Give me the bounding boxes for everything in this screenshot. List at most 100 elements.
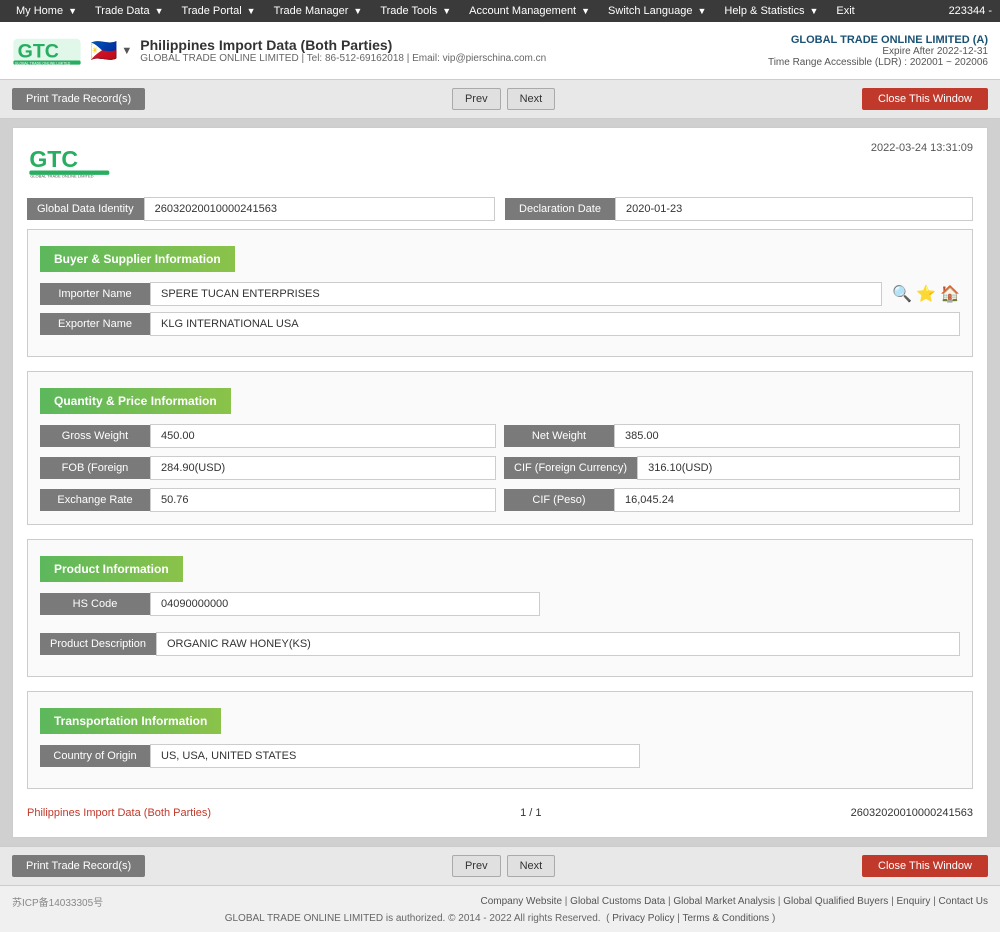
contact-us-link[interactable]: Contact Us: [939, 896, 988, 907]
declaration-date-group: Declaration Date 2020-01-23: [505, 197, 973, 221]
importer-row: Importer Name SPERE TUCAN ENTERPRISES 🔍 …: [40, 282, 960, 306]
fob-group: FOB (Foreign 284.90(USD): [40, 456, 496, 480]
nav-trade-tools[interactable]: Trade Tools▼: [372, 3, 459, 19]
nav-buttons-bottom: Prev Next: [452, 855, 555, 877]
search-icon[interactable]: 🔍: [892, 284, 912, 304]
buyer-supplier-section: Buyer & Supplier Information Importer Na…: [27, 229, 973, 357]
exchange-rate-label: Exchange Rate: [40, 489, 150, 511]
time-range-info: Time Range Accessible (LDR) : 202001 ~ 2…: [768, 57, 988, 68]
print-button-top[interactable]: Print Trade Record(s): [12, 88, 145, 110]
record-datetime: 2022-03-24 13:31:09: [871, 142, 973, 154]
privacy-policy-link[interactable]: Privacy Policy: [612, 913, 674, 924]
exporter-group: Exporter Name KLG INTERNATIONAL USA: [40, 312, 960, 336]
svg-text:GLOBAL TRADE ONLINE LIMITED: GLOBAL TRADE ONLINE LIMITED: [30, 174, 93, 179]
nav-switch-language[interactable]: Switch Language▼: [600, 3, 714, 19]
header-right: GLOBAL TRADE ONLINE LIMITED (A) Expire A…: [768, 34, 988, 68]
company-website-link[interactable]: Company Website: [480, 896, 562, 907]
close-button-top[interactable]: Close This Window: [862, 88, 988, 110]
user-id: 223344 -: [949, 5, 992, 17]
gross-weight-group: Gross Weight 450.00: [40, 424, 496, 448]
cif-foreign-group: CIF (Foreign Currency) 316.10(USD): [504, 456, 960, 480]
header-title-area: Philippines Import Data (Both Parties) G…: [140, 37, 546, 64]
net-weight-value: 385.00: [614, 424, 960, 448]
product-desc-row: Product Description ORGANIC RAW HONEY(KS…: [40, 632, 960, 656]
nav-my-home[interactable]: My Home▼: [8, 3, 85, 19]
hs-code-group: HS Code 04090000000: [40, 592, 540, 616]
country-origin-row: Country of Origin US, USA, UNITED STATES: [40, 744, 960, 768]
buyer-supplier-header: Buyer & Supplier Information: [40, 246, 235, 272]
footer-data-link[interactable]: Philippines Import Data (Both Parties): [27, 807, 211, 819]
country-origin-value: US, USA, UNITED STATES: [150, 744, 640, 768]
hs-code-row: HS Code 04090000000: [40, 592, 960, 616]
company-name-link[interactable]: GLOBAL TRADE ONLINE LIMITED (A): [791, 34, 988, 46]
supplier-action-icons: 🔍 ⭐ 🏠: [892, 284, 960, 304]
global-data-identity-group: Global Data Identity 2603202001000024156…: [27, 197, 495, 221]
hs-code-label: HS Code: [40, 593, 150, 615]
svg-text:GTC: GTC: [29, 146, 78, 172]
country-origin-group: Country of Origin US, USA, UNITED STATES: [40, 744, 640, 768]
cif-peso-label: CIF (Peso): [504, 489, 614, 511]
country-flag-select[interactable]: 🇵🇭 ▼: [90, 38, 132, 64]
net-weight-label: Net Weight: [504, 425, 614, 447]
global-buyers-link[interactable]: Global Qualified Buyers: [783, 896, 888, 907]
terms-conditions-link[interactable]: Terms & Conditions: [682, 913, 769, 924]
transport-fields: Country of Origin US, USA, UNITED STATES: [40, 744, 960, 776]
top-navigation: My Home▼ Trade Data▼ Trade Portal▼ Trade…: [0, 0, 1000, 22]
cif-peso-value: 16,045.24: [614, 488, 960, 512]
flag-dropdown-arrow[interactable]: ▼: [121, 45, 132, 57]
importer-group: Importer Name SPERE TUCAN ENTERPRISES: [40, 282, 882, 306]
home-icon[interactable]: 🏠: [940, 284, 960, 304]
nav-trade-data[interactable]: Trade Data▼: [87, 3, 172, 19]
declaration-date-value: 2020-01-23: [615, 197, 973, 221]
prev-button-top[interactable]: Prev: [452, 88, 501, 110]
transport-section: Transportation Information Country of Or…: [27, 691, 973, 789]
star-icon[interactable]: ⭐: [916, 284, 936, 304]
nav-help-statistics[interactable]: Help & Statistics▼: [716, 3, 826, 19]
exporter-name-value: KLG INTERNATIONAL USA: [150, 312, 960, 336]
close-button-bottom[interactable]: Close This Window: [862, 855, 988, 877]
gross-weight-label: Gross Weight: [40, 425, 150, 447]
main-content: GTC GLOBAL TRADE ONLINE LIMITED 2022-03-…: [12, 127, 988, 838]
product-desc-group: Product Description ORGANIC RAW HONEY(KS…: [40, 632, 960, 656]
exporter-name-label: Exporter Name: [40, 313, 150, 335]
quantity-price-header: Quantity & Price Information: [40, 388, 231, 414]
transport-section-header: Transportation Information: [40, 708, 221, 734]
global-customs-link[interactable]: Global Customs Data: [570, 896, 665, 907]
product-section: Product Information HS Code 04090000000 …: [27, 539, 973, 677]
footer-record-id: 26032020010000241563: [851, 807, 973, 819]
footer-links: Company Website | Global Customs Data | …: [480, 896, 988, 907]
print-button-bottom[interactable]: Print Trade Record(s): [12, 855, 145, 877]
next-button-top[interactable]: Next: [507, 88, 556, 110]
page-footer: 苏ICP备14033305号 Company Website | Global …: [0, 885, 1000, 932]
page-header: GTC GLOBAL TRADE ONLINE LIMITED 🇵🇭 ▼ Phi…: [0, 22, 1000, 80]
nav-exit[interactable]: Exit: [828, 3, 862, 19]
hs-code-value: 04090000000: [150, 592, 540, 616]
header-left: GTC GLOBAL TRADE ONLINE LIMITED 🇵🇭 ▼ Phi…: [12, 28, 546, 73]
gross-weight-value: 450.00: [150, 424, 496, 448]
cif-foreign-label: CIF (Foreign Currency): [504, 457, 637, 479]
quantity-price-section: Quantity & Price Information Gross Weigh…: [27, 371, 973, 525]
nav-trade-manager[interactable]: Trade Manager▼: [266, 3, 371, 19]
company-logo: GTC GLOBAL TRADE ONLINE LIMITED: [12, 28, 82, 73]
next-button-bottom[interactable]: Next: [507, 855, 556, 877]
record-header: GTC GLOBAL TRADE ONLINE LIMITED 2022-03-…: [27, 142, 973, 185]
product-fields: HS Code 04090000000 Product Description …: [40, 592, 960, 664]
exporter-row: Exporter Name KLG INTERNATIONAL USA: [40, 312, 960, 336]
nav-items: My Home▼ Trade Data▼ Trade Portal▼ Trade…: [8, 3, 863, 19]
global-market-link[interactable]: Global Market Analysis: [673, 896, 775, 907]
importer-name-value: SPERE TUCAN ENTERPRISES: [150, 282, 882, 306]
cif-peso-group: CIF (Peso) 16,045.24: [504, 488, 960, 512]
nav-buttons-top: Prev Next: [452, 88, 555, 110]
country-origin-label: Country of Origin: [40, 745, 150, 767]
top-toolbar: Print Trade Record(s) Prev Next Close Th…: [0, 80, 1000, 119]
nav-account-management[interactable]: Account Management▼: [461, 3, 598, 19]
net-weight-group: Net Weight 385.00: [504, 424, 960, 448]
bottom-toolbar: Print Trade Record(s) Prev Next Close Th…: [0, 846, 1000, 885]
enquiry-link[interactable]: Enquiry: [896, 896, 930, 907]
global-data-identity-label: Global Data Identity: [27, 198, 144, 220]
identity-row: Global Data Identity 2603202001000024156…: [27, 197, 973, 221]
nav-trade-portal[interactable]: Trade Portal▼: [174, 3, 264, 19]
prev-button-bottom[interactable]: Prev: [452, 855, 501, 877]
importer-name-label: Importer Name: [40, 283, 150, 305]
quantity-grid: Gross Weight 450.00 Net Weight 385.00 FO…: [40, 424, 960, 512]
